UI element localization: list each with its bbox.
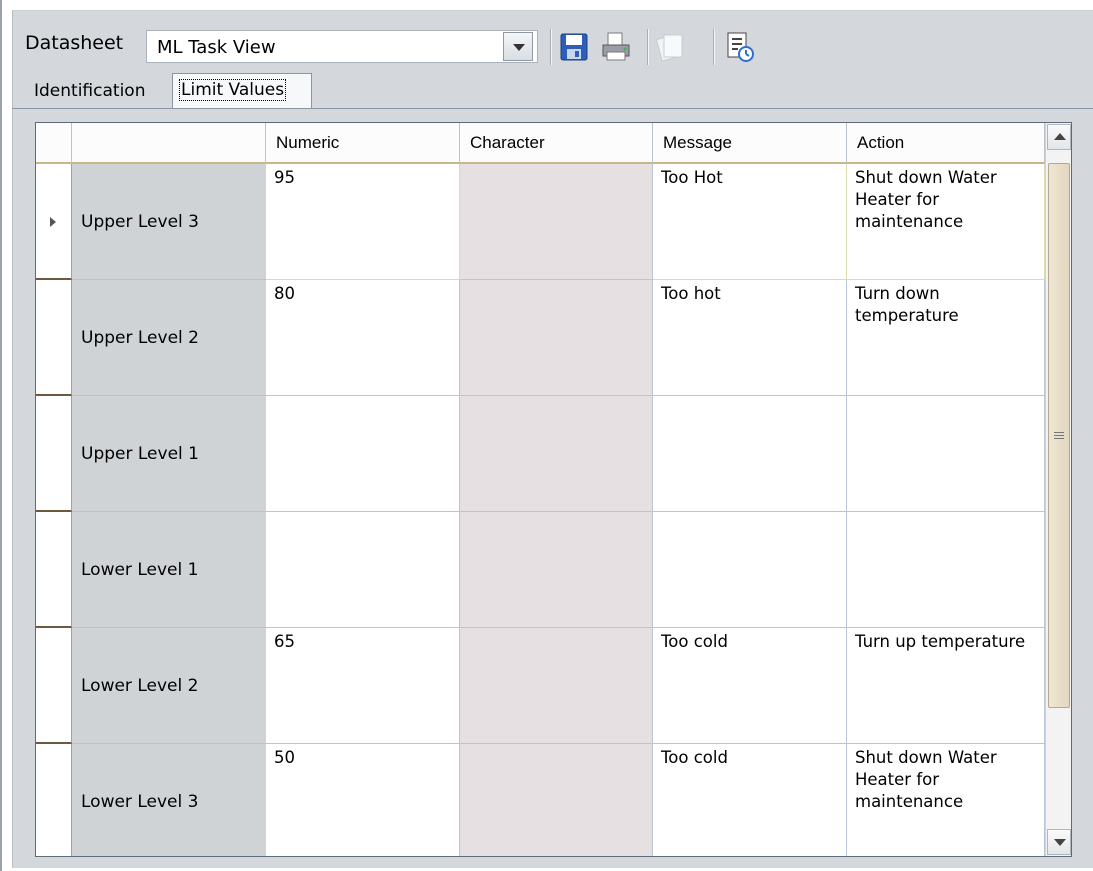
cell-numeric[interactable] — [266, 396, 460, 512]
print-icon[interactable] — [599, 29, 633, 65]
tab-divider — [12, 108, 1093, 109]
toolbar-separator — [647, 29, 648, 65]
row-selector[interactable] — [36, 628, 72, 744]
column-header-action[interactable]: Action — [847, 123, 1045, 164]
row-header-label: Upper Level 3 — [72, 164, 266, 280]
history-icon[interactable] — [723, 29, 757, 65]
cell-numeric[interactable]: 80 — [266, 280, 460, 396]
cell-message[interactable]: Too cold — [653, 744, 847, 856]
cell-message[interactable]: Too hot — [653, 280, 847, 396]
grip-line — [1054, 435, 1064, 436]
row-selector[interactable] — [36, 512, 72, 628]
cell-numeric[interactable] — [266, 512, 460, 628]
header-label-column — [72, 123, 266, 164]
row-header-label: Lower Level 3 — [72, 744, 266, 856]
vertical-scrollbar[interactable] — [1045, 123, 1071, 856]
cell-message[interactable]: Too cold — [653, 628, 847, 744]
row-header-label: Lower Level 1 — [72, 512, 266, 628]
cell-action[interactable]: Turn down temperature — [847, 280, 1045, 396]
datasheet-select-value: ML Task View — [157, 37, 276, 58]
scroll-thumb[interactable] — [1048, 163, 1070, 708]
cell-action[interactable]: Shut down Water Heater for maintenance — [847, 164, 1045, 280]
limit-values-grid: Numeric Character Message Action Upper Level… — [35, 122, 1072, 857]
cell-character[interactable] — [460, 164, 653, 280]
chevron-down-icon[interactable] — [503, 32, 533, 61]
cell-action[interactable]: Shut down Water Heater for maintenance — [847, 744, 1045, 856]
toolbar-separator — [550, 29, 551, 65]
row-selector[interactable] — [36, 280, 72, 396]
grip-line — [1054, 438, 1064, 439]
current-row-arrow-icon — [50, 217, 56, 227]
tab-limit-values[interactable]: Limit Values — [172, 73, 312, 108]
scroll-up-icon[interactable] — [1047, 124, 1071, 150]
datasheet-select[interactable]: ML Task View — [146, 30, 538, 63]
cell-message[interactable]: Too Hot — [653, 164, 847, 280]
scroll-down-icon[interactable] — [1047, 829, 1071, 855]
row-selector[interactable] — [36, 744, 72, 856]
save-icon[interactable] — [557, 29, 591, 65]
row-header-label: Upper Level 2 — [72, 280, 266, 396]
row-header-label: Upper Level 1 — [72, 396, 266, 512]
cell-character[interactable] — [460, 280, 653, 396]
tab-identification[interactable]: Identification — [28, 76, 151, 106]
cell-message[interactable] — [653, 512, 847, 628]
datasheet-label: Datasheet — [25, 32, 124, 54]
cell-character[interactable] — [460, 744, 653, 856]
cell-character[interactable] — [460, 512, 653, 628]
cell-numeric[interactable]: 95 — [266, 164, 460, 280]
column-header-character[interactable]: Character — [460, 123, 653, 164]
tab-limit-values-label: Limit Values — [179, 79, 287, 101]
cell-action[interactable]: Turn up temperature — [847, 628, 1045, 744]
grip-line — [1054, 432, 1064, 433]
header-corner — [36, 123, 72, 164]
toolbar-separator — [713, 29, 714, 65]
row-selector[interactable] — [36, 164, 72, 280]
cell-character[interactable] — [460, 396, 653, 512]
cell-character[interactable] — [460, 628, 653, 744]
row-selector[interactable] — [36, 396, 72, 512]
row-header-label: Lower Level 2 — [72, 628, 266, 744]
disabled-copy-icon — [655, 34, 683, 62]
cell-action[interactable] — [847, 512, 1045, 628]
cell-message[interactable] — [653, 396, 847, 512]
column-header-message[interactable]: Message — [653, 123, 847, 164]
cell-numeric[interactable]: 65 — [266, 628, 460, 744]
column-header-numeric[interactable]: Numeric — [266, 123, 460, 164]
cell-action[interactable] — [847, 396, 1045, 512]
cell-numeric[interactable]: 50 — [266, 744, 460, 856]
